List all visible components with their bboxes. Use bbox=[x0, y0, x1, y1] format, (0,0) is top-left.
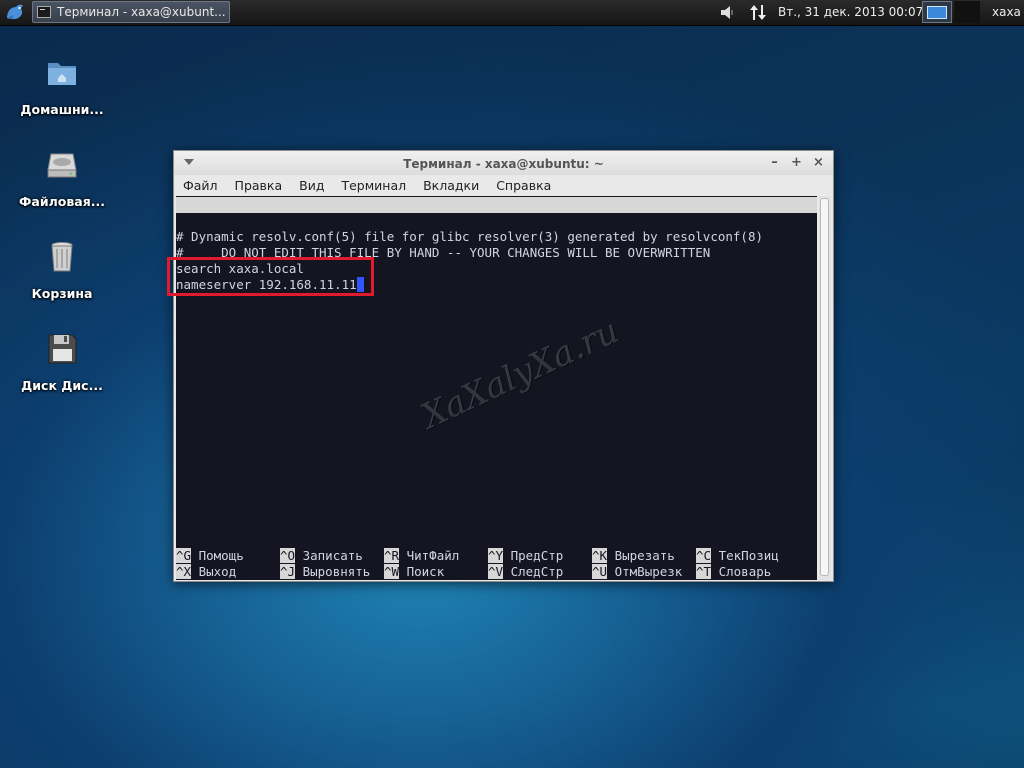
desktop-icon-label: Домашни... bbox=[20, 102, 104, 117]
menu-view[interactable]: Вид bbox=[290, 175, 332, 196]
network-icon[interactable] bbox=[748, 3, 768, 22]
shortcut-where-is[interactable]: ^W Поиск bbox=[384, 564, 444, 580]
close-icon[interactable]: × bbox=[812, 156, 825, 169]
menu-edit[interactable]: Правка bbox=[226, 175, 291, 196]
window-title: Терминал - хаха@xubuntu: ~ bbox=[403, 157, 604, 171]
clock[interactable]: Вт., 31 дек. 2013 00:07 bbox=[778, 5, 923, 19]
desktop-icon-label: Файловая... bbox=[19, 194, 105, 209]
menu-terminal[interactable]: Терминал bbox=[332, 175, 414, 196]
volume-muted-icon[interactable] bbox=[718, 4, 738, 21]
terminal-window: Терминал - хаха@xubuntu: ~ – + × Файл Пр… bbox=[173, 150, 834, 582]
xfce-menu-icon[interactable] bbox=[4, 2, 26, 23]
home-folder-icon bbox=[48, 63, 76, 85]
highlight-annotation-box bbox=[167, 257, 374, 296]
maximize-icon[interactable]: + bbox=[790, 156, 803, 169]
shortcut-exit[interactable]: ^X Выход bbox=[176, 564, 236, 580]
menu-tabs[interactable]: Вкладки bbox=[414, 175, 487, 196]
workspace-preview bbox=[927, 5, 947, 19]
workspace-switcher-2[interactable] bbox=[954, 1, 980, 23]
shortcut-read-file[interactable]: ^R ЧитФайл bbox=[384, 548, 459, 564]
top-panel: Терминал - хаха@xubunt... Вт., 31 дек. 2… bbox=[0, 0, 1024, 26]
shortcut-write-out[interactable]: ^O Записать bbox=[280, 548, 363, 564]
nano-version: GNU nano 2.2.6 bbox=[192, 213, 298, 228]
nano-modified-status: Изменён bbox=[748, 245, 801, 260]
shortcut-cur-pos[interactable]: ^C ТекПозиц bbox=[696, 548, 779, 564]
menu-file[interactable]: Файл bbox=[174, 175, 226, 196]
window-titlebar[interactable]: Терминал - хаха@xubuntu: ~ – + × bbox=[174, 151, 833, 175]
menu-help[interactable]: Справка bbox=[487, 175, 559, 196]
desktop-icon-home[interactable]: Домашни... bbox=[12, 56, 112, 117]
terminal-icon bbox=[37, 6, 51, 18]
filesystem-drive-icon bbox=[47, 153, 77, 178]
watermark: XaXalyXa.ru bbox=[415, 310, 625, 438]
file-line[interactable]: # Dynamic resolv.conf(5) file for glibc … bbox=[176, 229, 763, 245]
shortcut-help[interactable]: ^G Помощь bbox=[176, 548, 244, 564]
floppy-disk-icon bbox=[48, 334, 77, 364]
minimize-icon[interactable]: – bbox=[768, 156, 781, 169]
shortcut-uncut[interactable]: ^U ОтмВырезк bbox=[592, 564, 682, 580]
scrollbar-thumb[interactable] bbox=[820, 198, 829, 576]
shortcut-next-page[interactable]: ^V СледСтр bbox=[488, 564, 563, 580]
workspace-switcher-1[interactable] bbox=[922, 1, 952, 23]
terminal-scrollbar[interactable] bbox=[819, 196, 831, 580]
menu-bar: Файл Правка Вид Терминал Вкладки Справка bbox=[174, 175, 833, 196]
desktop-icon-label: Корзина bbox=[31, 286, 93, 301]
nano-header-bar: GNU nano 2.2.6 Файл: /etc/resolv.conf Из… bbox=[176, 197, 817, 260]
user-name[interactable]: хаха bbox=[992, 5, 1021, 19]
shortcut-prev-page[interactable]: ^Y ПредСтр bbox=[488, 548, 563, 564]
desktop-icon-filesystem[interactable]: Файловая... bbox=[12, 148, 112, 209]
shortcut-cut-text[interactable]: ^K Вырезать bbox=[592, 548, 675, 564]
desktop-icon-disk[interactable]: Диск Дис... bbox=[12, 332, 112, 393]
desktop-icon-label: Диск Дис... bbox=[21, 378, 103, 393]
taskbar-terminal-button[interactable]: Терминал - хаха@xubunt... bbox=[32, 1, 230, 23]
trash-icon bbox=[51, 242, 73, 272]
shortcut-justify[interactable]: ^J Выровнять bbox=[280, 564, 370, 580]
desktop-icon-trash[interactable]: Корзина bbox=[12, 240, 112, 301]
terminal-area[interactable]: GNU nano 2.2.6 Файл: /etc/resolv.conf Из… bbox=[176, 196, 817, 580]
taskbar-terminal-label: Терминал - хаха@xubunt... bbox=[57, 5, 226, 19]
shortcut-spell[interactable]: ^T Словарь bbox=[696, 564, 771, 580]
